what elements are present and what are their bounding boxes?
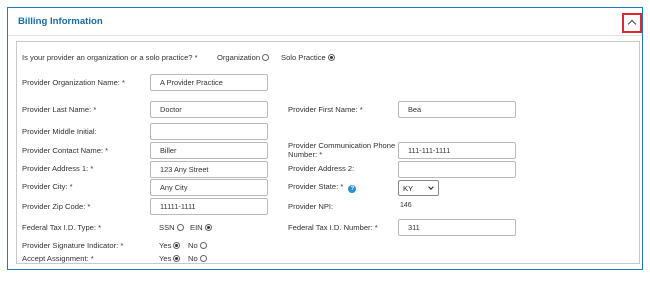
first-name-input[interactable]: Bea <box>398 101 516 118</box>
signature-no-label: No <box>188 241 198 250</box>
accept-assignment-label: Accept Assignment: * <box>22 254 94 263</box>
tax-type-ein-option[interactable]: EIN <box>190 223 212 232</box>
middle-initial-input[interactable] <box>150 123 268 140</box>
provider-type-organization-option[interactable]: Organization <box>217 53 270 62</box>
panel-header[interactable]: Billing Information <box>8 8 642 36</box>
phone-label: Provider Communication Phone Number: * <box>288 141 395 159</box>
signature-yes-option[interactable]: Yes <box>159 241 181 250</box>
provider-type-question: Is your provider an organization or a so… <box>22 53 198 62</box>
city-label: Provider City: * <box>22 182 73 191</box>
provider-type-solo-option[interactable]: Solo Practice <box>281 53 335 62</box>
middle-initial-label: Provider Middle Initial: <box>22 127 97 136</box>
solo-practice-radio[interactable] <box>327 54 335 61</box>
npi-label: Provider NPI: <box>288 202 334 211</box>
signature-no-option[interactable]: No <box>188 241 207 250</box>
contact-name-input[interactable]: Biller <box>150 142 268 159</box>
organization-label: Organization <box>217 53 261 62</box>
phone-input[interactable]: 111-111-1111 <box>398 142 516 159</box>
last-name-input[interactable]: Doctor <box>150 101 268 118</box>
accept-yes-radio[interactable] <box>173 255 181 262</box>
address2-input[interactable] <box>398 161 516 178</box>
zip-label: Provider Zip Code: * <box>22 202 91 211</box>
ssn-radio[interactable] <box>176 224 184 231</box>
organization-radio[interactable] <box>262 54 270 61</box>
signature-no-radio[interactable] <box>199 242 207 249</box>
address2-label: Provider Address 2: <box>288 164 355 173</box>
contact-name-label: Provider Contact Name: * <box>22 146 109 155</box>
ein-label: EIN <box>190 223 203 232</box>
chevron-down-icon <box>428 184 434 190</box>
signature-yes-radio[interactable] <box>173 242 181 249</box>
first-name-label: Provider First Name: * <box>288 105 363 114</box>
help-icon[interactable]: ? <box>348 185 357 193</box>
signature-label: Provider Signature Indicator: * <box>22 241 124 250</box>
accept-no-option[interactable]: No <box>188 254 207 263</box>
accept-no-radio[interactable] <box>199 255 207 262</box>
billing-information-panel: Billing Information Is your provider an … <box>7 7 643 270</box>
chevron-up-icon <box>627 19 637 29</box>
npi-value: 146 <box>400 202 412 209</box>
phone-label-line1: Provider Communication Phone <box>288 141 396 150</box>
tax-number-label: Federal Tax I.D. Number: * <box>288 223 378 232</box>
zip-input[interactable]: 11111-1111 <box>150 198 268 215</box>
tax-number-input[interactable]: 311 <box>398 219 516 236</box>
org-name-label: Provider Organization Name: * <box>22 78 125 87</box>
collapse-button[interactable] <box>622 13 642 33</box>
phone-label-line2: Number: * <box>288 150 323 159</box>
ssn-label: SSN <box>159 223 175 232</box>
address1-input[interactable]: 123 Any Street <box>150 161 268 178</box>
accept-yes-option[interactable]: Yes <box>159 254 181 263</box>
solo-practice-label: Solo Practice <box>281 53 326 62</box>
accept-no-label: No <box>188 254 198 263</box>
last-name-label: Provider Last Name: * <box>22 105 97 114</box>
address1-label: Provider Address 1: * <box>22 164 94 173</box>
state-label: Provider State: * <box>288 182 344 191</box>
state-label-group: Provider State: *? <box>288 182 357 193</box>
billing-form: Is your provider an organization or a so… <box>16 41 640 264</box>
accept-yes-label: Yes <box>159 254 172 263</box>
state-selected-value: KY <box>403 184 414 193</box>
org-name-input[interactable]: A Provider Practice <box>150 74 268 91</box>
tax-type-ssn-option[interactable]: SSN <box>159 223 184 232</box>
city-input[interactable]: Any City <box>150 179 268 196</box>
section-title: Billing Information <box>18 16 103 27</box>
ein-radio[interactable] <box>204 224 212 231</box>
signature-yes-label: Yes <box>159 241 172 250</box>
state-select[interactable]: KY <box>398 180 439 196</box>
tax-type-label: Federal Tax I.D. Type: * <box>22 223 102 232</box>
